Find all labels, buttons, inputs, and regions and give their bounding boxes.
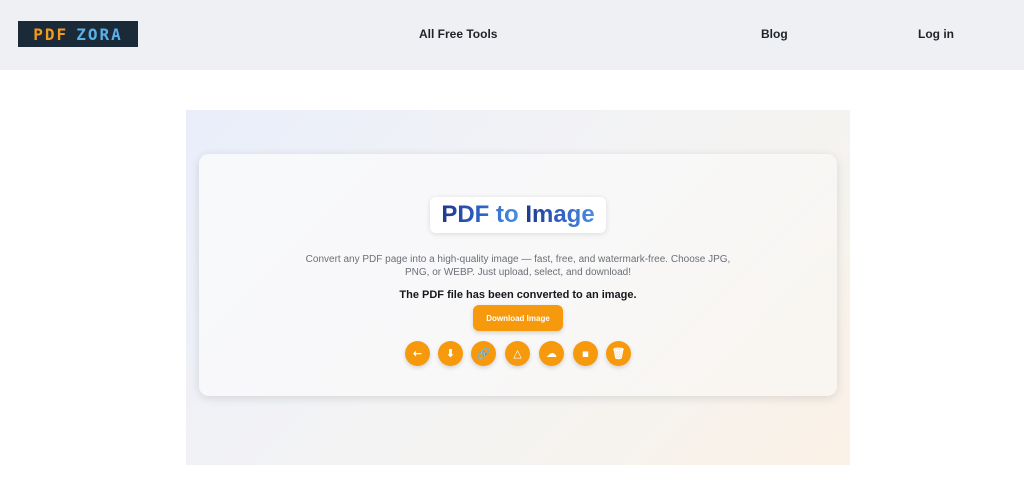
tool-description: Convert any PDF page into a high-quality… [305, 254, 731, 278]
cloud-icon[interactable]: ☁ [539, 341, 564, 366]
top-navigation-bar: PDF ZORA All Free Tools Blog Log in [0, 0, 1024, 70]
title-part-1: PDF to [441, 201, 519, 228]
action-icon-row: ← ⬇ 🔗 △ ☁ ▪ 🗑 [0, 341, 1024, 367]
computer-icon[interactable]: ▪ [573, 341, 598, 366]
download-image-button[interactable]: Download Image [473, 305, 563, 331]
back-arrow-icon[interactable]: ← [405, 341, 430, 366]
nav-login[interactable]: Log in [918, 27, 954, 41]
pdfzora-logo[interactable]: PDF ZORA [18, 21, 138, 47]
google-drive-icon[interactable]: △ [505, 341, 530, 366]
page-title: PDF to Image [430, 197, 606, 233]
link-icon[interactable]: 🔗 [471, 341, 496, 366]
nav-all-free-tools[interactable]: All Free Tools [419, 27, 497, 41]
trash-icon[interactable]: 🗑 [606, 341, 631, 366]
download-icon[interactable]: ⬇ [438, 341, 463, 366]
conversion-status-message: The PDF file has been converted to an im… [399, 289, 637, 301]
title-part-2: Image [525, 201, 595, 228]
nav-blog[interactable]: Blog [761, 27, 788, 41]
